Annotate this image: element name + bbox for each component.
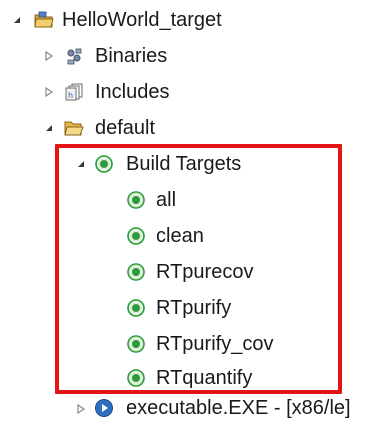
- folder-open-icon: [64, 118, 84, 138]
- executable-icon: [94, 398, 114, 418]
- expanded-twisty-icon[interactable]: [44, 123, 54, 133]
- highlight-annotation-box: [55, 144, 342, 394]
- collapsed-twisty-icon[interactable]: [44, 51, 54, 61]
- expanded-twisty-icon[interactable]: [12, 15, 22, 25]
- binaries-icon: [64, 46, 84, 66]
- project-folder-icon: [34, 10, 54, 30]
- tree-item-label: HelloWorld_target: [62, 9, 222, 31]
- collapsed-twisty-icon[interactable]: [44, 87, 54, 97]
- project-explorer-tree: HelloWorld_target Binaries h Includes de…: [0, 0, 381, 422]
- collapsed-twisty-icon[interactable]: [76, 404, 86, 414]
- tree-item-label: Includes: [95, 81, 170, 103]
- includes-icon: h: [64, 82, 84, 102]
- tree-item-label: executable.EXE - [x86/le]: [126, 397, 351, 419]
- tree-item-label: default: [95, 117, 156, 139]
- svg-text:h: h: [68, 91, 73, 100]
- tree-item-label: Binaries: [95, 45, 168, 67]
